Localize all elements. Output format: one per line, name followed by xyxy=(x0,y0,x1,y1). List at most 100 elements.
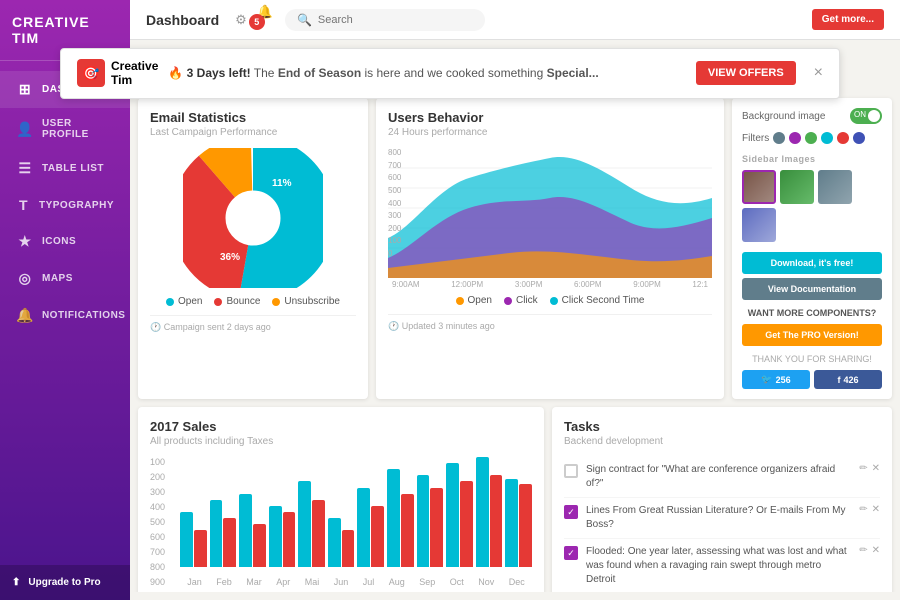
y-axis-labels: 0 100 200 300 400 500 600 700 800 xyxy=(388,148,401,258)
task-edit-button[interactable]: ✏ xyxy=(859,545,867,556)
table-icon: ☰ xyxy=(16,160,34,177)
bar-group xyxy=(210,457,237,567)
bar-group xyxy=(387,457,414,567)
bar-chart-area xyxy=(180,457,532,567)
twitter-icon: 🐦 xyxy=(761,374,772,385)
banner-logo-text: Creative Tim xyxy=(130,59,158,88)
bar-tesla xyxy=(210,500,223,567)
legend-dot-open xyxy=(166,298,174,306)
legend-dot-bounce xyxy=(214,298,222,306)
bar-group xyxy=(180,457,207,567)
content-area: Email Statistics Last Campaign Performan… xyxy=(130,40,900,592)
sidebar-item-table-list[interactable]: ☰ Table List xyxy=(0,150,130,187)
legend-bounce: Bounce xyxy=(214,296,260,307)
task-text: Lines From Great Russian Literature? Or … xyxy=(586,504,851,532)
filter-cyan[interactable] xyxy=(821,132,833,144)
filter-red[interactable] xyxy=(837,132,849,144)
upgrade-button[interactable]: ⬆ Upgrade to Pro xyxy=(0,565,130,600)
sidebar-item-maps[interactable]: ◎ Maps xyxy=(0,260,130,297)
task-edit-button[interactable]: ✏ xyxy=(859,504,867,515)
docs-button[interactable]: View Documentation xyxy=(742,278,882,300)
twitter-button[interactable]: 🐦 256 xyxy=(742,370,810,389)
task-delete-button[interactable]: ✕ xyxy=(872,545,880,556)
bar-tesla xyxy=(387,469,400,567)
sidebar-image-2[interactable] xyxy=(780,170,814,204)
email-stats-subtitle: Last Campaign Performance xyxy=(150,127,356,138)
bar-bmw xyxy=(490,475,503,567)
clock-icon-2: 🕐 xyxy=(388,321,399,331)
filter-gray[interactable] xyxy=(773,132,785,144)
sidebar-image-3[interactable] xyxy=(818,170,852,204)
sidebar-image-1[interactable] xyxy=(742,170,776,204)
pie-chart: 53% 36% 11% xyxy=(183,148,323,288)
right-panel: Background image ON Filters Sidebar Imag… xyxy=(732,98,892,399)
background-toggle[interactable]: ON xyxy=(850,108,882,124)
task-delete-button[interactable]: ✕ xyxy=(872,463,880,474)
icons-icon: ★ xyxy=(16,233,34,250)
bar-tesla xyxy=(446,463,459,567)
legend-unsubscribe: Unsubscribe xyxy=(272,296,340,307)
behavior-legend: Open Click Click Second Time xyxy=(388,295,712,306)
bar-bmw xyxy=(460,481,473,567)
bar-tesla xyxy=(269,506,282,567)
bar-bmw xyxy=(194,530,207,567)
svg-text:11%: 11% xyxy=(272,178,292,189)
bar-tesla xyxy=(417,475,430,567)
tasks-card: Tasks Backend development Sign contract … xyxy=(552,407,892,592)
background-toggle-row: Background image ON xyxy=(742,108,882,124)
filter-purple[interactable] xyxy=(789,132,801,144)
email-stats-footer: 🕐 Campaign sent 2 days ago xyxy=(150,315,356,333)
area-chart-svg xyxy=(388,148,712,278)
task-item: ✓ Lines From Great Russian Literature? Or… xyxy=(564,498,880,539)
banner-logo: 🎯 Creative Tim xyxy=(130,59,158,88)
sidebar-item-notifications[interactable]: 🔔 Notifications xyxy=(0,297,130,334)
task-delete-button[interactable]: ✕ xyxy=(872,504,880,515)
x-axis-labels: 9:00AM12:00PM3:00PM6:00PM9:00PM12:1 xyxy=(388,280,712,289)
legend-open-area: Open xyxy=(456,295,492,306)
download-button[interactable]: Download, it's free! xyxy=(742,252,882,274)
view-offers-button[interactable]: VIEW OFFERS xyxy=(696,61,796,85)
maps-icon: ◎ xyxy=(16,270,34,287)
sidebar-item-icons[interactable]: ★ Icons xyxy=(0,223,130,260)
svg-text:36%: 36% xyxy=(220,252,240,263)
filter-blue[interactable] xyxy=(853,132,865,144)
bar-group xyxy=(298,457,325,567)
filters-row: Filters xyxy=(742,132,882,144)
task-checkbox[interactable]: ✓ xyxy=(564,546,578,560)
bar-group xyxy=(239,457,266,567)
filter-green[interactable] xyxy=(805,132,817,144)
facebook-button[interactable]: f 426 xyxy=(814,370,882,389)
settings-icon[interactable]: ⚙ xyxy=(235,12,247,28)
task-actions: ✏✕ xyxy=(859,504,880,515)
behavior-title: Users Behavior xyxy=(388,110,712,125)
bar-tesla xyxy=(298,481,311,567)
sales-title: 2017 Sales xyxy=(150,419,532,434)
search-box[interactable]: 🔍 xyxy=(285,9,485,31)
facebook-icon: f xyxy=(837,375,840,385)
want-more-label: WANT MORE COMPONENTS? xyxy=(742,308,882,318)
sidebar-item-user-profile[interactable]: 👤 User Profile xyxy=(0,108,130,150)
bar-bmw xyxy=(223,518,236,567)
task-edit-button[interactable]: ✏ xyxy=(859,463,867,474)
notification-bell[interactable]: 🔔5 xyxy=(257,4,273,36)
notifications-icon: 🔔 xyxy=(16,307,34,324)
legend-click-area: Click xyxy=(504,295,538,306)
bar-group xyxy=(328,457,355,567)
sidebar-image-4[interactable] xyxy=(742,208,776,242)
sidebar-images-label: Sidebar Images xyxy=(742,154,882,164)
task-checkbox[interactable] xyxy=(564,464,578,478)
search-input[interactable] xyxy=(318,14,473,26)
promo-button[interactable]: Get more... xyxy=(812,9,884,30)
upgrade-icon: ⬆ xyxy=(12,577,20,588)
sales-card: 2017 Sales All products including Taxes … xyxy=(138,407,544,592)
task-checkbox[interactable]: ✓ xyxy=(564,505,578,519)
social-row: 🐦 256 f 426 xyxy=(742,370,882,389)
task-item: ✓Flooded: One year later, assessing what… xyxy=(564,539,880,592)
pro-button[interactable]: Get The PRO Version! xyxy=(742,324,882,346)
header-icons: ⚙ 🔔5 xyxy=(235,4,273,36)
legend-dot-open-area xyxy=(456,297,464,305)
task-text: Sign contract for "What are conference o… xyxy=(586,463,851,491)
banner-close-button[interactable]: × xyxy=(814,64,823,82)
header-right: Get more... xyxy=(812,9,884,30)
sidebar-item-typography[interactable]: T Typography xyxy=(0,187,130,223)
